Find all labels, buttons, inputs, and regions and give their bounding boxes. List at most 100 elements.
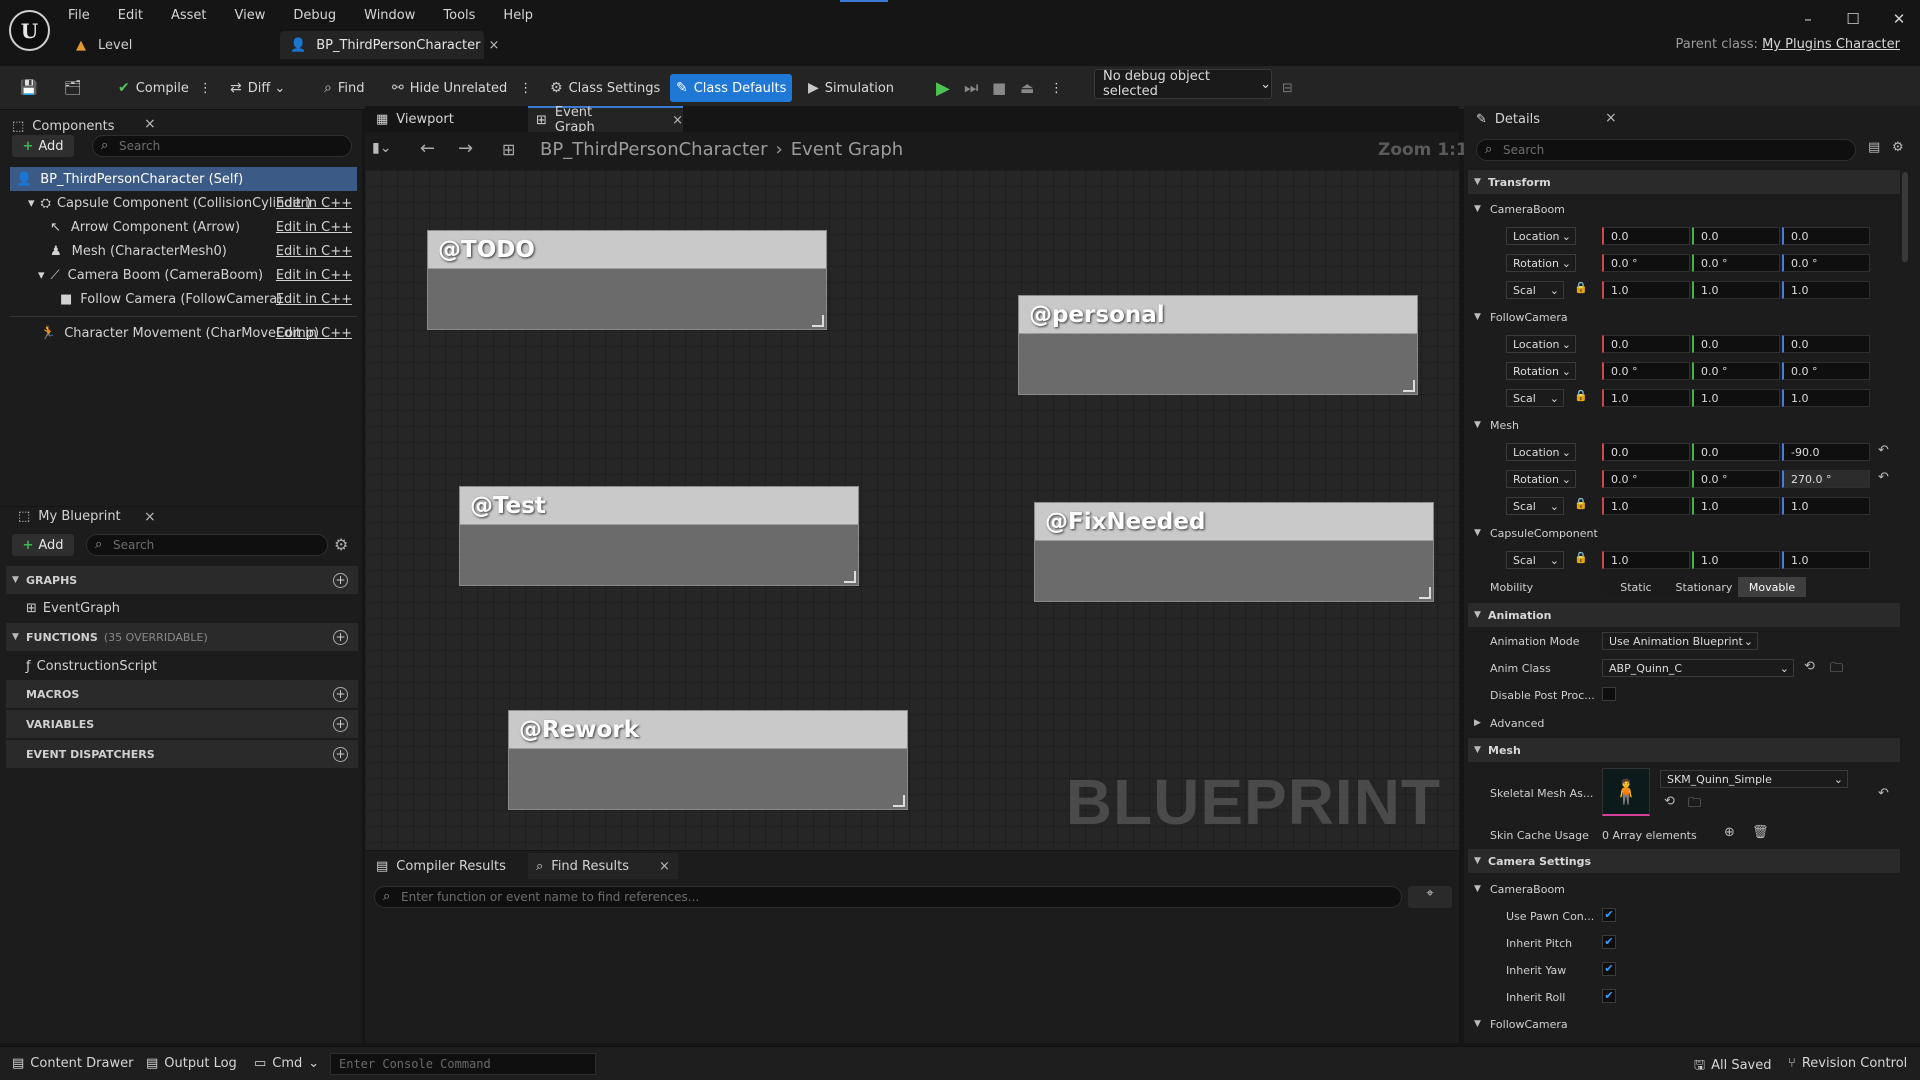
menu-debug[interactable]: Debug [293, 8, 336, 23]
edit-in-cpp-link[interactable]: Edit in C++ [276, 268, 352, 283]
scale-select[interactable]: Scal ⌄ [1506, 389, 1564, 407]
close-icon[interactable]: × [659, 859, 670, 874]
scale-z-input[interactable]: 1.0 [1782, 389, 1870, 407]
add-dispatcher-icon[interactable]: + [333, 746, 348, 762]
component-item[interactable]: ♟ Mesh (CharacterMesh0) Edit in C++ [8, 239, 358, 263]
menu-file[interactable]: File [68, 8, 90, 23]
loc-x-input[interactable]: 0.0 [1602, 227, 1690, 245]
diff-button[interactable]: ⇄ Diff ⌄ [224, 74, 291, 102]
find-references-input[interactable]: ⌕ Enter function or event name to find re… [374, 886, 1402, 908]
component-item[interactable]: ↖ Arrow Component (Arrow) Edit in C++ [8, 215, 358, 239]
more-icon[interactable]: ⋮ [519, 81, 532, 96]
menu-help[interactable]: Help [503, 8, 533, 23]
forward-arrow-icon[interactable]: → [458, 138, 473, 159]
component-item[interactable]: ▾ ⛭ Capsule Component (CollisionCylinder) E… [8, 191, 358, 215]
add-function-icon[interactable]: + [333, 629, 348, 645]
rot-x-input[interactable]: 0.0 ° [1602, 254, 1690, 272]
component-item[interactable]: ▾ ⟋ Camera Boom (CameraBoom) Edit in C++ [8, 263, 358, 287]
rot-x-input[interactable]: 0.0 ° [1602, 362, 1690, 380]
rot-y-input[interactable]: 0.0 ° [1692, 362, 1780, 380]
loc-y-input[interactable]: 0.0 [1692, 227, 1780, 245]
comment-box-rework[interactable]: @Rework [508, 710, 908, 810]
location-select[interactable]: Location ⌄ [1506, 227, 1576, 245]
inherit-roll-checkbox[interactable]: ✔ [1602, 989, 1616, 1003]
class-settings-button[interactable]: ⚙ Class Settings [544, 74, 666, 102]
content-drawer-button[interactable]: ▤ Content Drawer [12, 1056, 133, 1071]
add-variable-icon[interactable]: + [333, 716, 348, 732]
console-input[interactable]: Enter Console Command [330, 1053, 596, 1075]
edit-in-cpp-link[interactable]: Edit in C++ [276, 326, 352, 341]
inherit-pitch-checkbox[interactable]: ✔ [1602, 935, 1616, 949]
scale-x-input[interactable]: 1.0 [1602, 551, 1690, 569]
rot-x-input[interactable]: 0.0 ° [1602, 470, 1690, 488]
debug-browse-button[interactable]: ⊟ [1276, 74, 1299, 102]
add-graph-icon[interactable]: + [333, 572, 348, 588]
all-saved-button[interactable]: 🖫 All Saved [1694, 1056, 1772, 1078]
comment-box-todo[interactable]: @TODO [427, 230, 827, 330]
details-scrollbar[interactable] [1902, 172, 1908, 262]
resize-handle[interactable] [1403, 380, 1415, 392]
tab-my-blueprint[interactable]: ⬚ My Blueprint [10, 503, 121, 529]
use-selected-icon[interactable]: ⟲ [1804, 659, 1815, 674]
resize-handle[interactable] [893, 795, 905, 807]
group-capsule[interactable]: ▼ CapsuleComponent [1468, 522, 1900, 544]
scale-x-input[interactable]: 1.0 [1602, 281, 1690, 299]
scale-x-input[interactable]: 1.0 [1602, 389, 1690, 407]
menu-window[interactable]: Window [364, 8, 415, 23]
component-item[interactable]: ■ Follow Camera (FollowCamera) Edit in C++ [8, 287, 358, 311]
mobility-stationary[interactable]: Stationary [1670, 577, 1738, 597]
use-selected-icon[interactable]: ⟲ [1664, 794, 1675, 809]
group-cameraboom[interactable]: ▼ CameraBoom [1468, 198, 1900, 220]
lock-icon[interactable]: 🔒 [1574, 551, 1588, 564]
skeletal-mesh-select[interactable]: SKM_Quinn_Simple ⌄ [1660, 770, 1848, 788]
section-camera-settings[interactable]: ▼ Camera Settings [1468, 849, 1900, 873]
resize-handle[interactable] [812, 315, 824, 327]
gear-icon[interactable]: ⚙ [1892, 140, 1904, 155]
component-item[interactable]: 🏃 Character Movement (CharMoveComp) Edit i… [8, 321, 358, 345]
section-variables[interactable]: VARIABLES + [6, 710, 358, 738]
event-graph-item[interactable]: ⊞ EventGraph [26, 601, 120, 616]
comment-title[interactable]: @Rework [509, 711, 907, 749]
tab-event-graph[interactable]: ⊞ Event Graph × [528, 105, 683, 135]
back-arrow-icon[interactable]: ← [420, 138, 435, 159]
breadcrumb-graph[interactable]: Event Graph [791, 139, 904, 160]
group-cs-followcamera[interactable]: ▼ FollowCamera [1468, 1013, 1900, 1035]
section-functions[interactable]: ▼ FUNCTIONS (35 OVERRIDABLE) + [6, 623, 358, 651]
scale-select[interactable]: Scal ⌄ [1506, 551, 1564, 569]
scale-y-input[interactable]: 1.0 [1692, 389, 1780, 407]
compile-button[interactable]: ✔ Compile ⋮ [112, 74, 218, 102]
browse-folder-icon[interactable]: 🗀 [1830, 659, 1843, 681]
class-defaults-button[interactable]: ✎ Class Defaults [670, 74, 793, 102]
scale-z-input[interactable]: 1.0 [1782, 497, 1870, 515]
add-element-icon[interactable]: ⊕ [1724, 825, 1735, 840]
location-select[interactable]: Location ⌄ [1506, 443, 1576, 461]
group-mesh[interactable]: ▼ Mesh [1468, 414, 1900, 436]
details-search-input[interactable]: ⌕ Search [1476, 139, 1856, 161]
mobility-movable[interactable]: Movable [1738, 577, 1806, 597]
tab-viewport[interactable]: ▦ Viewport [368, 106, 518, 132]
loc-y-input[interactable]: 0.0 [1692, 443, 1780, 461]
add-member-button[interactable]: + Add [12, 534, 74, 556]
comment-box-fixneeded[interactable]: @FixNeeded [1034, 502, 1434, 602]
comment-box-test[interactable]: @Test [459, 486, 859, 586]
use-pawn-checkbox[interactable]: ✔ [1602, 908, 1616, 922]
lock-icon[interactable]: 🔒 [1574, 281, 1588, 294]
section-animation[interactable]: ▼ Animation [1468, 603, 1900, 627]
close-icon[interactable]: × [488, 38, 499, 53]
event-graph-canvas[interactable]: @TODO @personal @Test @FixNeeded @Rework… [365, 170, 1459, 850]
loc-z-input[interactable]: 0.0 [1782, 335, 1870, 353]
rot-z-input[interactable]: 0.0 ° [1782, 362, 1870, 380]
close-window-icon[interactable]: ✕ [1889, 10, 1909, 28]
eject-button[interactable]: ⏏ [1014, 74, 1040, 102]
loc-x-input[interactable]: 0.0 [1602, 443, 1690, 461]
scale-y-input[interactable]: 1.0 [1692, 281, 1780, 299]
anim-mode-select[interactable]: Use Animation Blueprint ⌄ [1602, 632, 1758, 650]
group-cs-cameraboom[interactable]: ▼ CameraBoom [1468, 878, 1900, 900]
menu-tools[interactable]: Tools [443, 8, 475, 23]
loc-x-input[interactable]: 0.0 [1602, 335, 1690, 353]
simulation-button[interactable]: ▶ Simulation [802, 74, 900, 102]
blueprint-search-input[interactable]: ⌕ Search [86, 534, 328, 556]
rot-z-input[interactable]: 0.0 ° [1782, 254, 1870, 272]
unreal-logo[interactable]: U [9, 10, 50, 51]
resize-handle[interactable] [1419, 587, 1431, 599]
